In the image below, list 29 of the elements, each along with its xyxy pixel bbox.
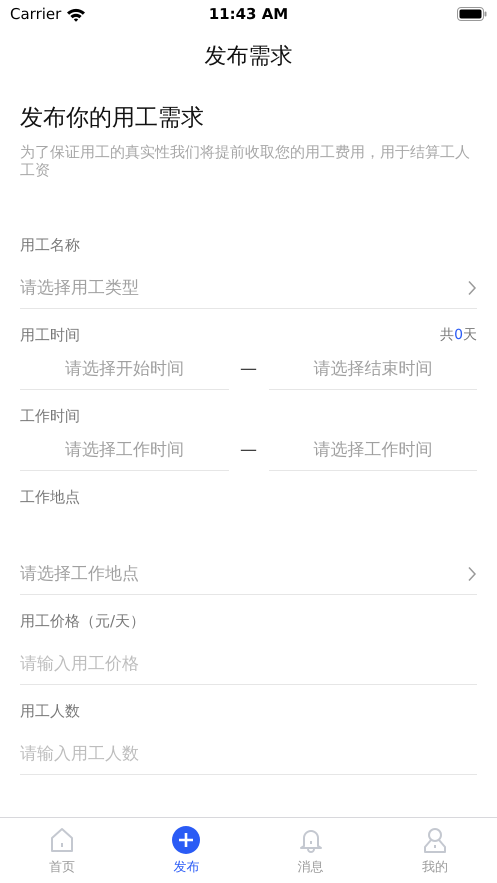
field-label: 用工时间 [20,326,80,344]
picker-field[interactable]: 请选择结束时间 [268,348,477,390]
battery-icon [457,7,487,21]
form-note: 为了保证用工的真实性我们将提前收取您的用工费用，用于结算工人工资 [20,143,471,179]
tab[interactable]: 消息 [248,818,373,883]
select-field[interactable]: 请选择工作地点 [20,553,477,595]
chevron-right-icon [467,280,477,296]
tab[interactable]: 发布 [124,818,248,883]
select-field[interactable]: 请选择用工类型 [20,267,477,309]
form-heading: 发布你的用工需求 [20,104,205,133]
chevron-right-icon [467,566,477,582]
field-label: 用工价格（元/天） [20,612,146,630]
tab[interactable]: 首页 [0,818,124,883]
picker-field[interactable]: 请选择工作时间 [268,429,477,471]
range-separator: — [239,440,258,460]
field-label: 工作地点 [20,488,80,506]
carrier-label: Carrier [10,5,62,23]
plus-icon [172,826,200,854]
picker-field[interactable]: 请选择开始时间 [20,348,228,390]
page-title: 发布需求 [204,43,292,71]
field-label: 用工名称 [20,236,80,254]
field-label: 用工人数 [20,702,80,720]
field-label: 工作时间 [20,406,80,426]
days-total: 共0天 [440,326,477,344]
clock: 11:43 AM [208,5,288,23]
picker-field[interactable]: 请选择工作时间 [20,429,228,471]
range-separator: — [239,359,258,379]
wifi-icon [66,6,86,22]
tab[interactable]: 我的 [372,818,497,883]
